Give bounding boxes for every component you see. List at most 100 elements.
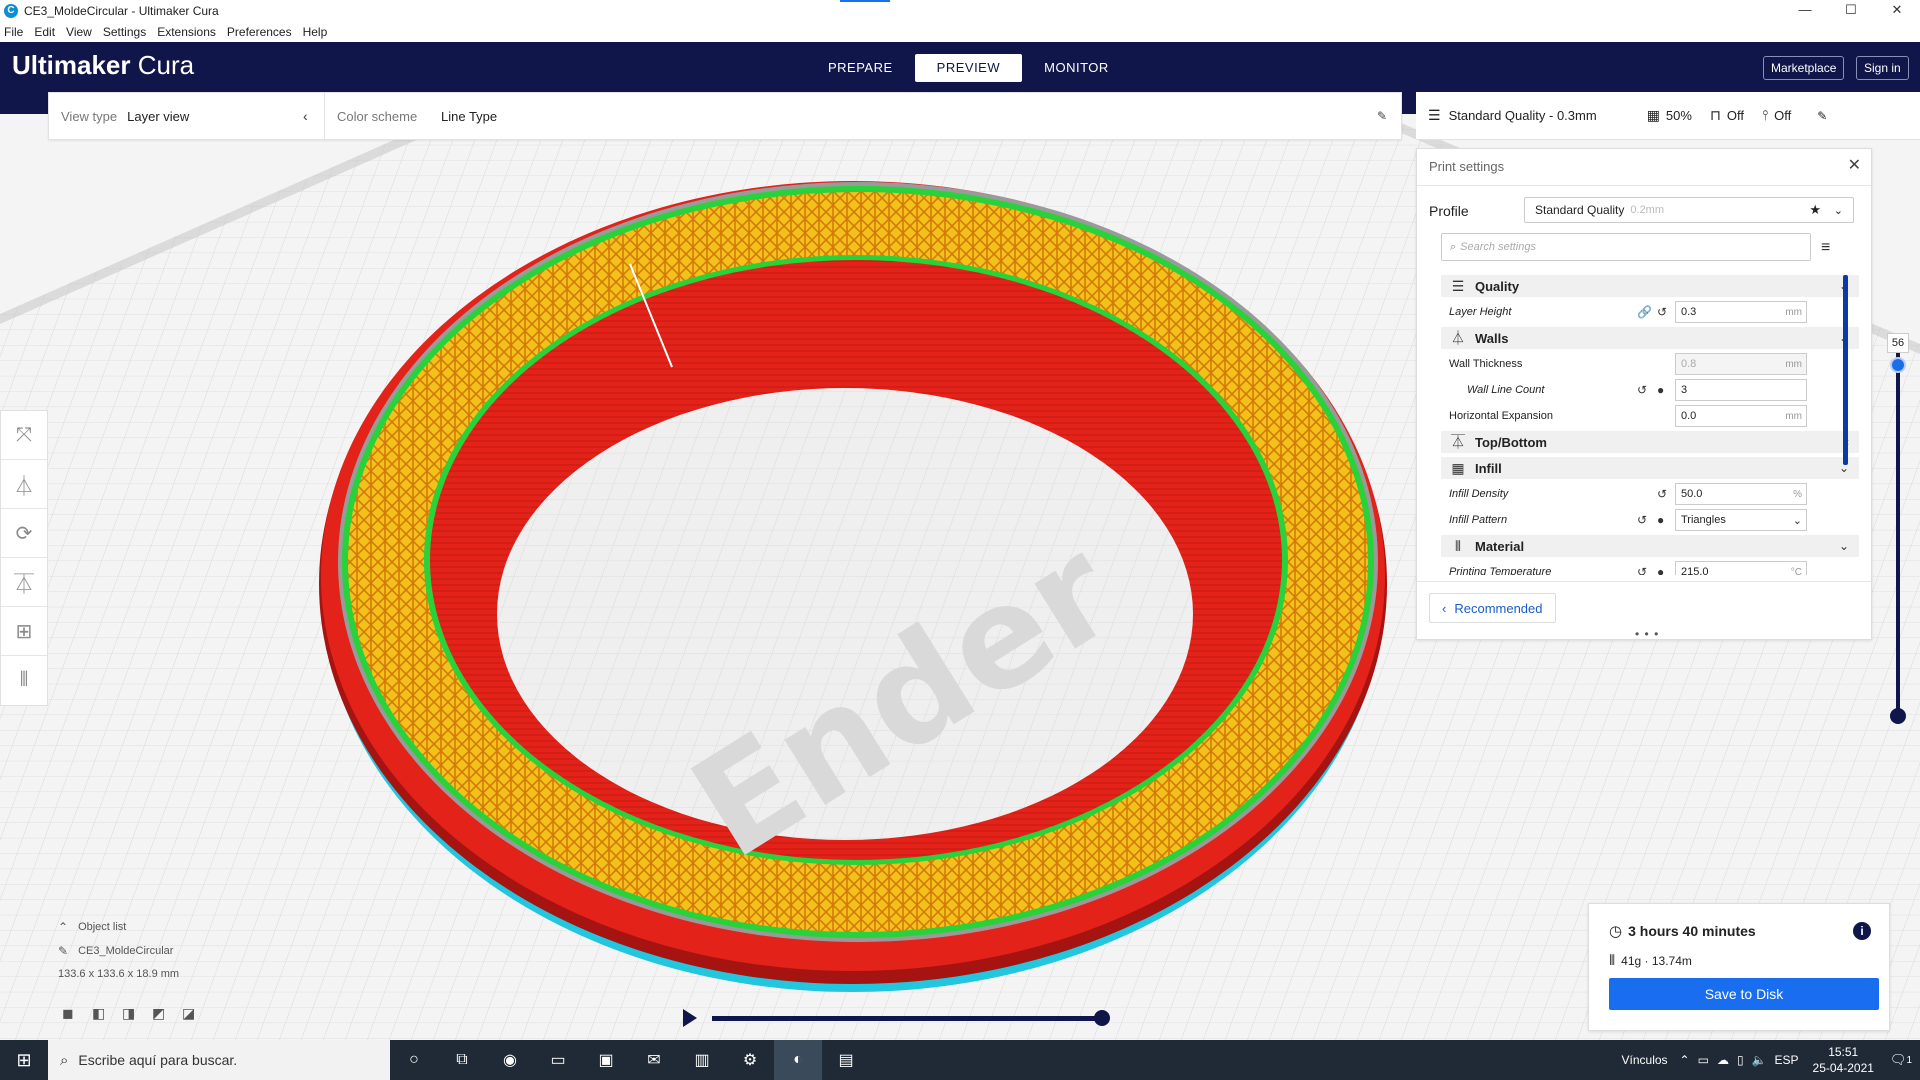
wall-thickness-field[interactable]: 0.8 mm (1675, 353, 1807, 375)
category-material[interactable]: ⦀ Material ⌄ (1441, 535, 1859, 557)
menu-bar: File Edit View Settings Extensions Prefe… (0, 22, 1920, 42)
save-to-disk-button[interactable]: Save to Disk (1609, 978, 1879, 1010)
category-walls[interactable]: ⏃ Walls ⌄ (1441, 327, 1859, 349)
camera-view-buttons: ◼ ◧ ◨ ◩ ◪ (62, 1005, 212, 1022)
play-icon[interactable] (683, 1009, 697, 1027)
scale-tool-icon[interactable]: ⏃ (1, 460, 47, 509)
pencil-icon[interactable]: ✎ (1817, 109, 1827, 123)
menu-edit[interactable]: Edit (34, 25, 55, 39)
minimize-button[interactable]: — (1782, 0, 1828, 22)
view-type-dropdown[interactable]: Layer view (127, 109, 189, 124)
right-view-icon[interactable]: ◪ (182, 1005, 212, 1022)
setting-wall-line-count: Wall Line Count ↺ ● 3 (1441, 379, 1859, 401)
menu-help[interactable]: Help (303, 25, 328, 39)
cura-taskbar-icon[interactable]: ◐ (774, 1040, 822, 1080)
settings-scrollbar[interactable] (1843, 275, 1848, 465)
reset-icon[interactable]: ↺ (1657, 487, 1667, 501)
star-icon[interactable]: ★ (1809, 202, 1821, 218)
windows-start-icon[interactable]: ⊞ (0, 1050, 48, 1071)
info-icon[interactable]: ● (1657, 383, 1664, 397)
sign-in-button[interactable]: Sign in (1856, 56, 1909, 80)
fusion-app-icon[interactable]: ▤ (822, 1040, 870, 1080)
layer-height-field[interactable]: 0.3 mm (1675, 301, 1807, 323)
object-list-header[interactable]: ⌃ Object list (58, 920, 179, 934)
volume-icon[interactable]: 🔈 (1752, 1053, 1767, 1067)
tab-monitor[interactable]: MONITOR (1022, 54, 1131, 82)
search-input[interactable]: ⌕ Search settings (1441, 233, 1811, 261)
left-view-icon[interactable]: ◩ (152, 1005, 182, 1022)
onedrive-icon[interactable]: ☁ (1717, 1053, 1729, 1067)
print-time: 3 hours 40 minutes (1628, 923, 1756, 939)
reset-icon[interactable]: ↺ (1657, 305, 1667, 319)
reset-icon[interactable]: ↺ (1637, 565, 1647, 575)
menu-extensions[interactable]: Extensions (157, 25, 216, 39)
layer-number-field[interactable]: 56 (1887, 333, 1909, 353)
links-toolbar-label[interactable]: Vínculos (1622, 1053, 1668, 1067)
settings-gear-icon[interactable]: ⚙ (726, 1040, 774, 1080)
close-button[interactable]: ✕ (1874, 0, 1920, 22)
clock-date: 25-04-2021 (1812, 1061, 1874, 1075)
front-view-icon[interactable]: ◧ (92, 1005, 122, 1022)
category-infill[interactable]: ▦ Infill ⌄ (1441, 457, 1859, 479)
info-icon[interactable]: ● (1657, 513, 1664, 527)
menu-preferences[interactable]: Preferences (227, 25, 292, 39)
reset-icon[interactable]: ↺ (1637, 513, 1647, 527)
maximize-button[interactable]: ☐ (1828, 0, 1874, 22)
taskbar-clock[interactable]: 15:51 25-04-2021 (1813, 1044, 1874, 1076)
wall-line-count-field[interactable]: 3 (1675, 379, 1807, 401)
chrome-icon[interactable]: ◉ (486, 1040, 534, 1080)
print-setup-bar[interactable]: ☰ Standard Quality - 0.3mm ▦ 50% ⊓ Off ⫯… (1416, 92, 1920, 140)
file-explorer-icon[interactable]: ▭ (534, 1040, 582, 1080)
language-indicator[interactable]: ESP (1775, 1053, 1799, 1067)
settings-menu-icon[interactable]: ≡ (1821, 239, 1830, 257)
network-icon[interactable]: ▭ (1698, 1053, 1709, 1067)
per-model-settings-icon[interactable]: ⊞ (1, 607, 47, 656)
move-tool-icon[interactable]: ⤧ (1, 411, 47, 460)
path-slider-track[interactable] (712, 1016, 1102, 1021)
settings-list[interactable]: ☰ Quality ⌄ Layer Height 🔗 ↺ 0.3 mm ⏃ Wa… (1441, 275, 1859, 575)
path-slider-handle[interactable] (1094, 1010, 1110, 1026)
printing-temperature-field[interactable]: 215.0 °C (1675, 561, 1807, 575)
category-quality[interactable]: ☰ Quality ⌄ (1441, 275, 1859, 297)
info-icon[interactable]: ● (1657, 565, 1664, 575)
rotate-tool-icon[interactable]: ⟳ (1, 509, 47, 558)
menu-file[interactable]: File (4, 25, 23, 39)
battery-icon[interactable]: ▯ (1737, 1053, 1744, 1067)
mirror-tool-icon[interactable]: ⏄ (1, 558, 47, 607)
object-list-item[interactable]: ✎ CE3_MoldeCircular (58, 944, 179, 958)
chevron-up-icon[interactable]: ⌃ (1680, 1053, 1690, 1067)
marketplace-button[interactable]: Marketplace (1763, 56, 1845, 80)
color-scheme-dropdown[interactable]: Line Type (441, 109, 497, 124)
profile-dropdown[interactable]: Standard Quality 0.2mm ★ ⌄ (1524, 197, 1854, 223)
3d-view-icon[interactable]: ◼ (62, 1005, 92, 1022)
taskbar-search-input[interactable]: ⌕ Escribe aquí para buscar. (48, 1040, 390, 1080)
object-dimensions-row: 133.6 x 133.6 x 18.9 mm (58, 968, 179, 980)
infill-density-field[interactable]: 50.0 % (1675, 483, 1807, 505)
recommended-button[interactable]: ‹ Recommended (1429, 593, 1556, 623)
layer-slider-track[interactable] (1896, 340, 1900, 720)
support-blocker-icon[interactable]: ⦀ (1, 656, 47, 705)
menu-view[interactable]: View (66, 25, 92, 39)
pencil-icon[interactable]: ✎ (1377, 109, 1387, 123)
chevron-down-icon: ⌄ (1792, 514, 1802, 527)
close-icon[interactable]: ✕ (1848, 155, 1861, 175)
horizontal-expansion-field[interactable]: 0.0 mm (1675, 405, 1807, 427)
mail-icon[interactable]: ✉ (630, 1040, 678, 1080)
reset-icon[interactable]: ↺ (1637, 383, 1647, 397)
task-view-icon[interactable]: ⧉ (438, 1040, 486, 1080)
top-view-icon[interactable]: ◨ (122, 1005, 152, 1022)
tab-preview[interactable]: PREVIEW (914, 54, 1023, 82)
category-top-bottom[interactable]: ⏄ Top/Bottom ‹ (1441, 431, 1859, 453)
infill-pattern-select[interactable]: Triangles ⌄ (1675, 509, 1807, 531)
cortana-icon[interactable]: ○ (390, 1040, 438, 1080)
info-icon[interactable]: i (1853, 922, 1871, 940)
tab-prepare[interactable]: PREPARE (806, 54, 915, 82)
office-icon[interactable]: ▥ (678, 1040, 726, 1080)
menu-settings[interactable]: Settings (103, 25, 146, 39)
chevron-left-icon[interactable]: ‹ (303, 108, 308, 124)
store-icon[interactable]: ▣ (582, 1040, 630, 1080)
layer-slider-bottom-handle[interactable] (1890, 708, 1906, 724)
notifications-icon[interactable]: 🗨 (1890, 1052, 1907, 1068)
layer-slider-top-handle[interactable] (1890, 357, 1906, 373)
resize-handle-icon[interactable]: • • • (1635, 627, 1659, 641)
